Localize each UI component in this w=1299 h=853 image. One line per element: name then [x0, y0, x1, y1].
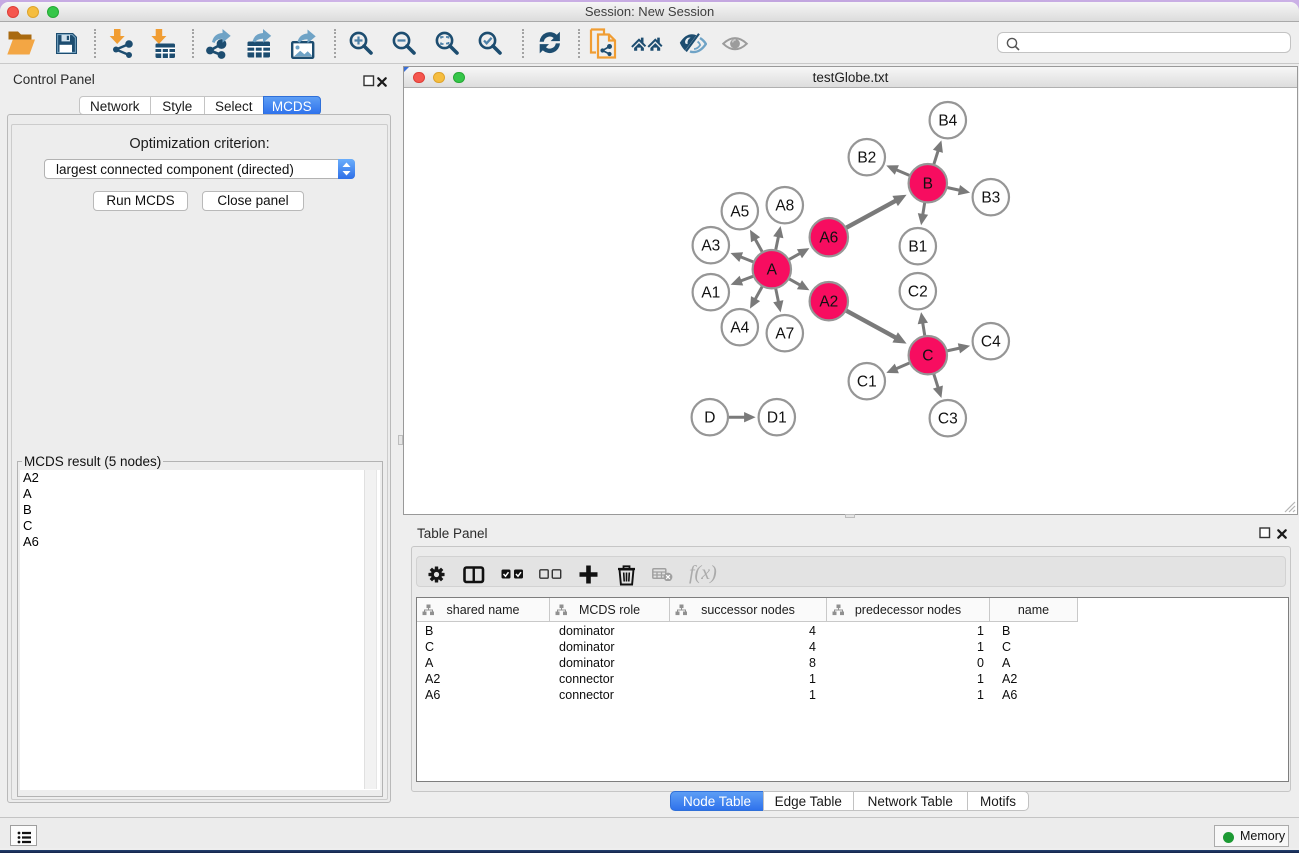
svg-text:C2: C2 — [908, 284, 928, 301]
svg-text:B4: B4 — [938, 113, 957, 130]
svg-text:A1: A1 — [701, 285, 720, 302]
svg-text:C3: C3 — [938, 411, 958, 428]
svg-text:A3: A3 — [701, 238, 720, 255]
svg-text:C: C — [922, 348, 933, 365]
svg-text:A: A — [767, 262, 778, 279]
svg-text:C4: C4 — [981, 334, 1001, 351]
svg-text:D1: D1 — [767, 410, 787, 427]
svg-text:A2: A2 — [819, 294, 838, 311]
svg-text:A4: A4 — [730, 320, 749, 337]
svg-text:B2: B2 — [857, 150, 876, 167]
svg-text:C1: C1 — [857, 374, 877, 391]
svg-text:A5: A5 — [730, 204, 749, 221]
svg-text:A8: A8 — [775, 198, 794, 215]
svg-text:A6: A6 — [819, 230, 838, 247]
svg-text:D: D — [704, 410, 715, 427]
svg-text:B: B — [923, 176, 933, 193]
svg-text:B1: B1 — [908, 239, 927, 256]
svg-text:B3: B3 — [981, 190, 1000, 207]
svg-text:A7: A7 — [775, 326, 794, 343]
